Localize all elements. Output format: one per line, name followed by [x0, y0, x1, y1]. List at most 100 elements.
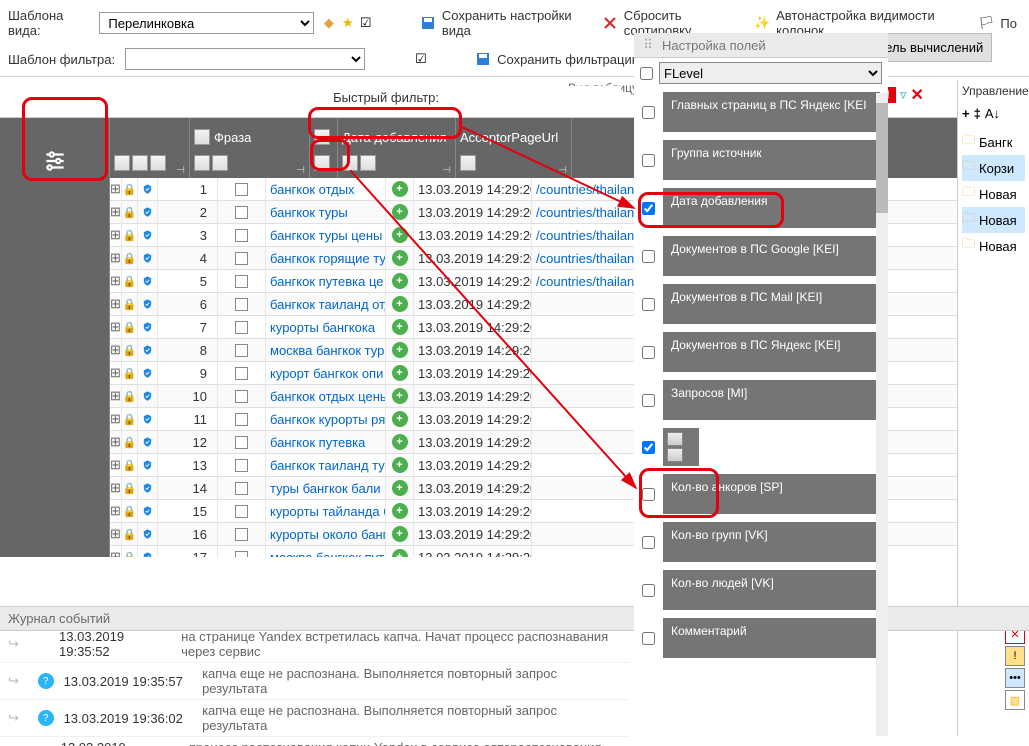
- field-item[interactable]: [634, 424, 888, 470]
- field-checkbox[interactable]: [642, 106, 655, 119]
- table-row[interactable]: ⊞🔒10бангкок отдых цень+13.03.2019 14:29:…: [110, 385, 1029, 408]
- url-cell[interactable]: [532, 293, 647, 315]
- expand-icon[interactable]: ⊞: [110, 178, 122, 200]
- phrase-cell[interactable]: курорты бангкока: [266, 316, 386, 338]
- expand-icon[interactable]: ⊞: [110, 523, 122, 545]
- url-cell[interactable]: [532, 362, 647, 384]
- url-cell[interactable]: /countries/thailand/: [532, 247, 647, 269]
- log-body[interactable]: ↪13.03.2019 19:35:52на странице Yandex в…: [0, 626, 629, 746]
- field-card[interactable]: Кол-во анкоров [SP]: [663, 474, 880, 514]
- url-cell[interactable]: /countries/thailand/: [532, 224, 647, 246]
- check2-icon[interactable]: ☑: [415, 51, 431, 67]
- scrollbar-thumb[interactable]: [876, 103, 888, 213]
- url-cell[interactable]: [532, 546, 647, 557]
- field-card[interactable]: Дата добавления: [663, 188, 880, 228]
- field-checkbox[interactable]: [642, 298, 655, 311]
- table-row[interactable]: ⊞🔒9курорт бангкок опи+13.03.2019 14:29:2…: [110, 362, 1029, 385]
- field-card[interactable]: Группа источник: [663, 140, 880, 180]
- filter-icon[interactable]: [194, 155, 210, 171]
- field-card-mini[interactable]: [663, 428, 699, 466]
- field-item[interactable]: Кол-во анкоров [SP]: [634, 470, 888, 518]
- folder-tree[interactable]: 🗀Бангк🗀Корзи🗀Новая🗀Новая🗀Новая: [958, 125, 1029, 263]
- scrollbar[interactable]: [876, 93, 888, 736]
- expand-icon[interactable]: ⊞: [110, 454, 122, 476]
- url-cell[interactable]: [532, 431, 647, 453]
- phrase-cell[interactable]: бангкок путевка: [266, 431, 386, 453]
- row-checkbox[interactable]: [218, 362, 266, 384]
- expand-icon[interactable]: ⊞: [110, 224, 122, 246]
- url-cell[interactable]: [532, 316, 647, 338]
- expand-icon[interactable]: ⊞: [110, 500, 122, 522]
- field-checkbox[interactable]: [642, 584, 655, 597]
- tree-node[interactable]: 🗀Новая: [962, 207, 1025, 233]
- field-item[interactable]: Дата добавления: [634, 184, 888, 232]
- row-checkbox[interactable]: [218, 546, 266, 557]
- fields-level-combo[interactable]: FLevel: [659, 62, 882, 84]
- field-card[interactable]: Кол-во людей [VK]: [663, 570, 880, 610]
- clearf-icon[interactable]: [360, 155, 376, 171]
- table-row[interactable]: ⊞🔒12бангкок путевка+13.03.2019 14:29:20: [110, 431, 1029, 454]
- filter-icon[interactable]: [460, 155, 476, 171]
- template-view-combo[interactable]: Перелинковка: [99, 12, 313, 34]
- clearf-icon[interactable]: [212, 155, 228, 171]
- phrase-cell[interactable]: туры бангкок бали: [266, 477, 386, 499]
- expand-icon[interactable]: ⊞: [110, 362, 122, 384]
- field-card[interactable]: Запросов [MI]: [663, 380, 880, 420]
- az-icon[interactable]: A↓: [985, 106, 1000, 121]
- fields-list[interactable]: Главных страниц в ПС Яндекс [KEI Группа и…: [634, 88, 888, 728]
- expand-icon[interactable]: ⊞: [110, 293, 122, 315]
- table-row[interactable]: ⊞🔒15курорты тайланда б+13.03.2019 14:29:…: [110, 500, 1029, 523]
- phrase-cell[interactable]: бангкок путевка це: [266, 270, 386, 292]
- save-filter-button[interactable]: Сохранить фильтрацию: [471, 49, 645, 69]
- field-card[interactable]: Документов в ПС Mail [KEI]: [663, 284, 880, 324]
- url-cell[interactable]: /countries/thailand/: [532, 270, 647, 292]
- field-card[interactable]: Документов в ПС Google [KEI]: [663, 236, 880, 276]
- phrase-cell[interactable]: курорты около банг: [266, 523, 386, 545]
- po-button[interactable]: 🏳 По: [974, 13, 1021, 33]
- row-checkbox[interactable]: [218, 477, 266, 499]
- table-row[interactable]: ⊞🔒17москва бангкок пут+13.03.2019 14:29:…: [110, 546, 1029, 557]
- field-card[interactable]: Главных страниц в ПС Яндекс [KEI: [663, 92, 880, 132]
- field-checkbox[interactable]: [642, 488, 655, 501]
- h-icon[interactable]: [150, 155, 166, 171]
- expand-icon[interactable]: ⊞: [110, 247, 122, 269]
- tree-node[interactable]: 🗀Новая: [962, 181, 1025, 207]
- url-cell[interactable]: [532, 454, 647, 476]
- expand-icon[interactable]: ⊞: [110, 270, 122, 292]
- close-x-icon[interactable]: ✕: [911, 85, 924, 105]
- field-checkbox[interactable]: [642, 394, 655, 407]
- f2-icon[interactable]: [314, 155, 330, 171]
- field-card[interactable]: Комментарий: [663, 618, 880, 658]
- expand-icon[interactable]: ⊞: [110, 316, 122, 338]
- url-cell[interactable]: [532, 339, 647, 361]
- table-row[interactable]: ⊞🔒6бангкок таиланд отд+13.03.2019 14:29:…: [110, 293, 1029, 316]
- row-checkbox[interactable]: [218, 224, 266, 246]
- tree-node[interactable]: 🗀Бангк: [962, 129, 1025, 155]
- field-checkbox[interactable]: [642, 154, 655, 167]
- field-item[interactable]: Кол-во групп [VK]: [634, 518, 888, 566]
- phrase-cell[interactable]: бангкок туры цены: [266, 224, 386, 246]
- url-cell[interactable]: /countries/thailand/: [532, 178, 647, 200]
- h-icon[interactable]: [114, 155, 130, 171]
- table-row[interactable]: ⊞🔒16курорты около банг+13.03.2019 14:29:…: [110, 523, 1029, 546]
- table-row[interactable]: ⊞🔒4бангкок горящие ту+13.03.2019 14:29:2…: [110, 247, 1029, 270]
- f-icon[interactable]: [314, 129, 330, 145]
- url-cell[interactable]: [532, 500, 647, 522]
- grid-body[interactable]: ⊞🔒1бангкок отдых+13.03.2019 14:29:20/cou…: [110, 178, 1029, 557]
- expand-icon[interactable]: ⊞: [110, 431, 122, 453]
- field-item[interactable]: Запросов [MI]: [634, 376, 888, 424]
- table-row[interactable]: ⊞🔒5бангкок путевка це+13.03.2019 14:29:2…: [110, 270, 1029, 293]
- table-row[interactable]: ⊞🔒1бангкок отдых+13.03.2019 14:29:20/cou…: [110, 178, 1029, 201]
- table-row[interactable]: ⊞🔒11бангкок курорты ря+13.03.2019 14:29:…: [110, 408, 1029, 431]
- filter-template-combo[interactable]: [125, 48, 365, 70]
- sq-warn-icon[interactable]: !: [1005, 646, 1025, 666]
- row-checkbox[interactable]: [218, 431, 266, 453]
- table-row[interactable]: ⊞🔒14туры бангкок бали+13.03.2019 14:29:2…: [110, 477, 1029, 500]
- expand-icon[interactable]: ⊞: [110, 339, 122, 361]
- fast-filter-input[interactable]: [445, 86, 621, 108]
- field-item[interactable]: Главных страниц в ПС Яндекс [KEI: [634, 88, 888, 136]
- check-icon[interactable]: ☑: [360, 15, 376, 31]
- expand-icon[interactable]: ⊞: [110, 477, 122, 499]
- row-checkbox[interactable]: [218, 454, 266, 476]
- add2-icon[interactable]: ‡: [974, 106, 981, 121]
